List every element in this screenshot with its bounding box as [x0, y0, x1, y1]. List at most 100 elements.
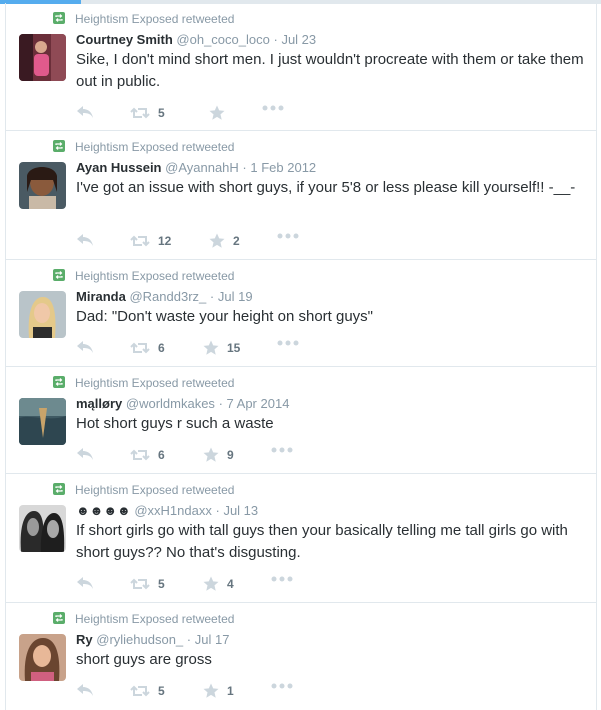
avatar[interactable]: [19, 398, 66, 445]
tweet-item[interactable]: Heightism Exposed retweeted Courtney Smi…: [6, 3, 596, 131]
retweet-icon: [130, 342, 150, 354]
tweet-text: Hot short guys r such a waste: [76, 415, 274, 432]
tweet-date[interactable]: 1 Feb 2012: [250, 160, 316, 175]
reply-button[interactable]: [76, 447, 94, 461]
tweet-header: Courtney Smith @oh_coco_loco · Jul 23: [76, 32, 316, 48]
star-icon: [203, 447, 219, 462]
reply-button[interactable]: [76, 233, 94, 247]
avatar[interactable]: [19, 505, 66, 552]
retweet-count: 5: [158, 684, 165, 698]
reply-button[interactable]: [76, 683, 94, 697]
author-handle[interactable]: @ryliehudson_: [96, 632, 183, 647]
more-icon: [271, 683, 293, 689]
author-handle[interactable]: @oh_coco_loco: [176, 32, 269, 47]
retweet-button[interactable]: 5: [130, 576, 165, 592]
tweet-header: Miranda @Randd3rz_ · Jul 19: [76, 289, 253, 305]
retweet-button[interactable]: 6: [130, 340, 165, 356]
avatar[interactable]: [19, 291, 66, 338]
favorite-count: 1: [227, 684, 234, 698]
separator-dot: ·: [242, 160, 247, 175]
reply-button[interactable]: [76, 576, 94, 590]
retweet-context: Heightism Exposed retweeted: [53, 12, 234, 26]
retweet-context: Heightism Exposed retweeted: [53, 612, 234, 626]
more-icon: [277, 233, 299, 239]
retweet-badge-icon: [53, 12, 65, 24]
author-name[interactable]: Ry: [76, 632, 93, 647]
more-icon: [271, 576, 293, 582]
more-icon: [262, 105, 284, 111]
retweet-button[interactable]: 6: [130, 447, 165, 463]
author-name[interactable]: Courtney Smith: [76, 32, 173, 47]
more-button[interactable]: [277, 233, 299, 239]
star-icon: [209, 233, 225, 248]
favorite-button[interactable]: 4: [203, 576, 234, 592]
more-button[interactable]: [271, 447, 293, 453]
retweet-icon: [130, 449, 150, 461]
author-name[interactable]: Ayan Hussein: [76, 160, 162, 175]
more-icon: [271, 447, 293, 453]
retweet-count: 5: [158, 577, 165, 591]
author-handle[interactable]: @xxH1ndaxx: [134, 503, 212, 518]
tweet-date[interactable]: Jul 17: [195, 632, 230, 647]
tweet-date[interactable]: 7 Apr 2014: [227, 396, 290, 411]
retweet-icon: [130, 235, 150, 247]
star-icon: [203, 683, 219, 698]
retweet-button[interactable]: 5: [130, 105, 165, 121]
retweet-icon: [130, 578, 150, 590]
separator-dot: ·: [215, 503, 220, 518]
reply-button[interactable]: [76, 105, 94, 119]
star-icon: [203, 340, 219, 355]
reply-icon: [77, 448, 93, 460]
avatar[interactable]: [19, 162, 66, 209]
more-icon: [277, 340, 299, 346]
favorite-count: 15: [227, 341, 241, 355]
tweet-item[interactable]: Heightism Exposed retweeted Miranda @Ran…: [6, 260, 596, 367]
more-button[interactable]: [271, 683, 293, 689]
reply-icon: [77, 106, 93, 118]
tweet-item[interactable]: Heightism Exposed retweeted Ry @ryliehud…: [6, 603, 596, 710]
reply-icon: [77, 341, 93, 353]
retweet-context: Heightism Exposed retweeted: [53, 140, 234, 154]
more-button[interactable]: [271, 576, 293, 582]
tweet-header: Ayan Hussein @AyannahH · 1 Feb 2012: [76, 160, 316, 176]
retweet-icon: [130, 107, 150, 119]
retweet-context-label: Heightism Exposed retweeted: [75, 269, 235, 283]
avatar[interactable]: [19, 34, 66, 81]
more-button[interactable]: [277, 340, 299, 346]
favorite-count: 4: [227, 577, 234, 591]
retweet-context-label: Heightism Exposed retweeted: [75, 140, 235, 154]
more-button[interactable]: [262, 105, 284, 111]
retweet-button[interactable]: 12: [130, 233, 171, 249]
retweet-badge-icon: [53, 269, 65, 281]
favorite-button[interactable]: 15: [203, 340, 240, 356]
favorite-count: 9: [227, 448, 234, 462]
retweet-context-label: Heightism Exposed retweeted: [75, 376, 235, 390]
retweet-button[interactable]: 5: [130, 683, 165, 699]
avatar[interactable]: [19, 634, 66, 681]
tweet-date[interactable]: Jul 23: [281, 32, 316, 47]
author-handle[interactable]: @Randd3rz_: [129, 289, 206, 304]
favorite-button[interactable]: 2: [209, 233, 240, 249]
author-name[interactable]: Miranda: [76, 289, 126, 304]
tweet-date[interactable]: Jul 19: [218, 289, 253, 304]
reply-icon: [77, 577, 93, 589]
retweet-count: 12: [158, 234, 172, 248]
reply-button[interactable]: [76, 340, 94, 354]
favorite-count: 2: [233, 234, 240, 248]
author-handle[interactable]: @worldmkakes: [126, 396, 215, 411]
author-handle[interactable]: @AyannahH: [165, 160, 239, 175]
retweet-context: Heightism Exposed retweeted: [53, 269, 234, 283]
favorite-button[interactable]: 1: [203, 683, 234, 699]
retweet-context-label: Heightism Exposed retweeted: [75, 483, 235, 497]
retweet-count: 6: [158, 448, 165, 462]
tweet-item[interactable]: Heightism Exposed retweeted ☻☻☻☻ @xxH1nd…: [6, 474, 596, 603]
author-name[interactable]: mąlløry: [76, 396, 122, 411]
author-name[interactable]: ☻☻☻☻: [76, 503, 131, 518]
tweet-date[interactable]: Jul 13: [223, 503, 258, 518]
retweet-badge-icon: [53, 612, 65, 624]
tweet-item[interactable]: Heightism Exposed retweeted mąlløry @wor…: [6, 367, 596, 474]
favorite-button[interactable]: 9: [203, 447, 234, 463]
tweet-item[interactable]: Heightism Exposed retweeted Ayan Hussein…: [6, 131, 596, 260]
tweet-text: I've got an issue with short guys, if yo…: [76, 179, 576, 196]
favorite-button[interactable]: [209, 105, 233, 121]
